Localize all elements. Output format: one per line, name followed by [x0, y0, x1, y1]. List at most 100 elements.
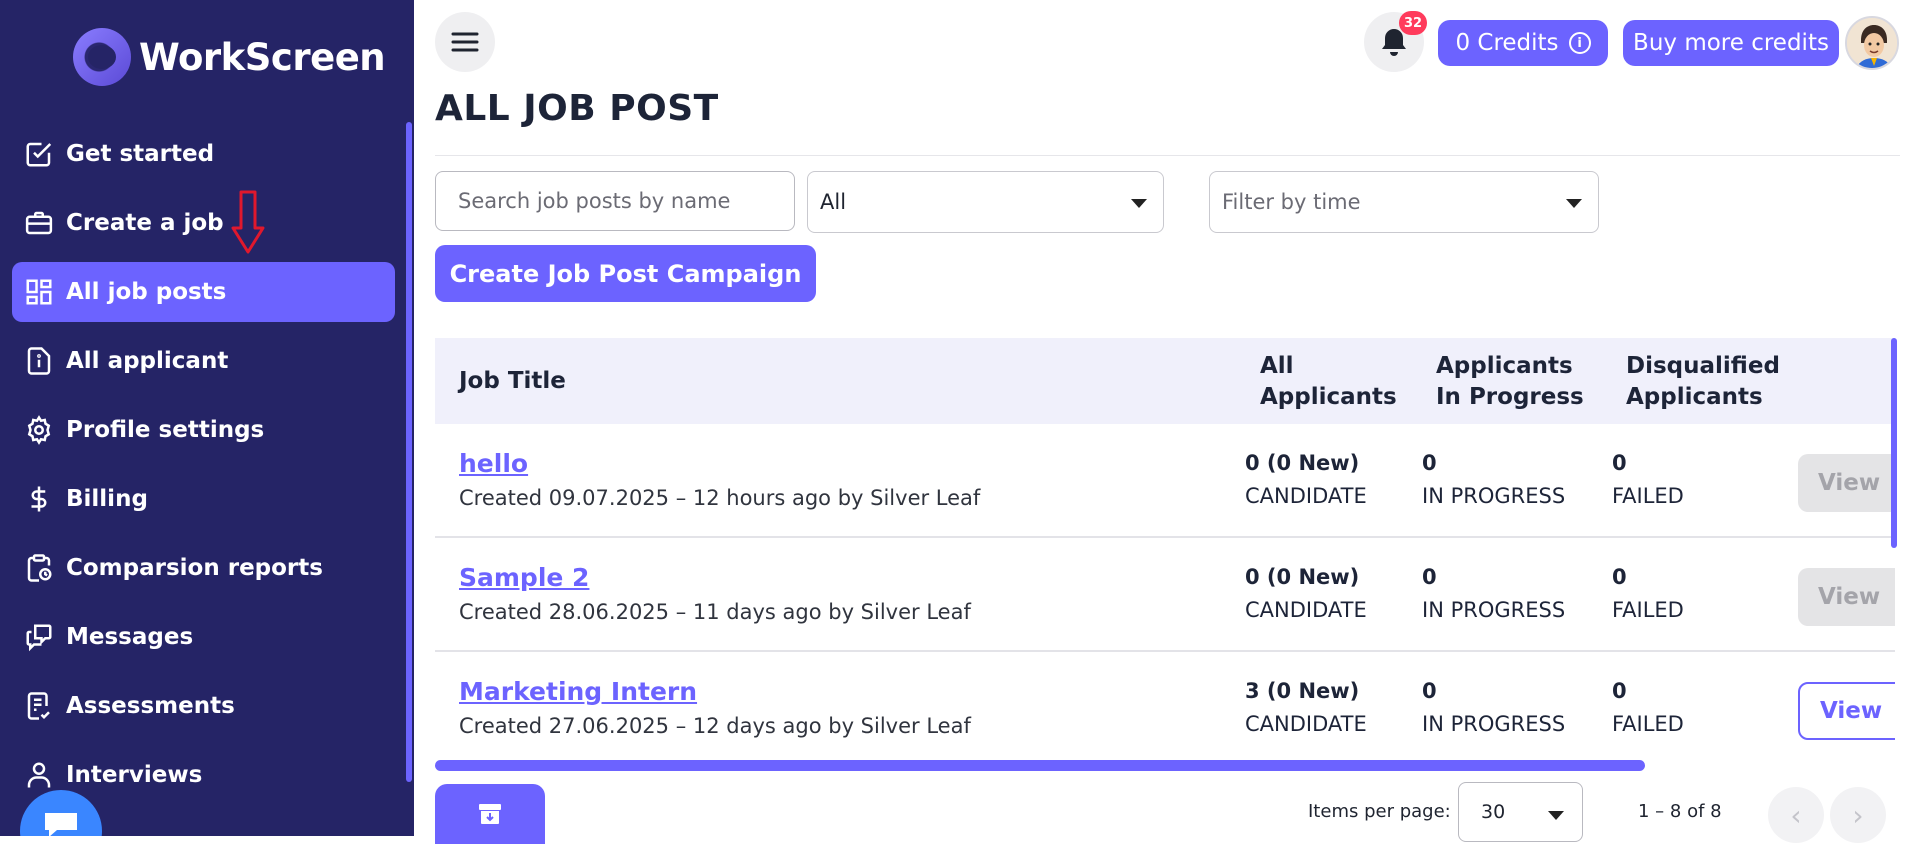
sidebar-item-label: Get started [66, 141, 215, 167]
table-horizontal-scrollbar[interactable] [435, 760, 1645, 771]
job-posts-table: Job Title All Applicants Applicants In P… [435, 338, 1895, 768]
items-per-page-label: Items per page: [1308, 801, 1451, 822]
time-filter-placeholder: Filter by time [1222, 190, 1361, 214]
dropdown-caret-icon [1548, 811, 1564, 820]
job-title-link[interactable]: Marketing Intern [459, 677, 697, 706]
logo[interactable]: WorkScreen [73, 28, 386, 86]
items-per-page-select[interactable]: 30 [1458, 782, 1583, 842]
table-row: hello Created 09.07.2025 – 12 hours ago … [435, 424, 1895, 538]
sidebar-item-assessments[interactable]: Assessments [12, 676, 395, 736]
gear-icon [24, 415, 54, 445]
time-filter-select[interactable]: Filter by time [1209, 171, 1599, 233]
divider [435, 155, 1900, 156]
red-down-arrow-icon [231, 190, 265, 254]
avatar[interactable] [1845, 16, 1899, 70]
table-row: Marketing Intern Created 27.06.2025 – 12… [435, 652, 1895, 766]
in-progress-label: IN PROGRESS [1422, 598, 1566, 622]
failed-label: FAILED [1612, 598, 1684, 622]
failed-count: 0 [1612, 565, 1627, 589]
user-avatar-icon [1847, 18, 1897, 68]
column-header-line: Applicants [1436, 353, 1573, 379]
credits-button[interactable]: 0 Credits i [1438, 20, 1608, 66]
in-progress-label: IN PROGRESS [1422, 484, 1566, 508]
checkbox-icon [24, 139, 54, 169]
all-applicants-label: CANDIDATE [1245, 484, 1367, 508]
sidebar-item-create-job[interactable]: Create a job [12, 193, 395, 253]
chevron-left-icon: ‹ [1790, 798, 1802, 832]
dropdown-caret-icon [1566, 199, 1582, 208]
job-meta: Created 27.06.2025 – 12 days ago by Silv… [459, 714, 971, 738]
sidebar-scrollbar[interactable] [406, 122, 412, 782]
job-title-link[interactable]: Sample 2 [459, 563, 589, 592]
sidebar-item-label: All applicant [66, 348, 229, 374]
previous-page-button[interactable]: ‹ [1768, 787, 1824, 843]
page-title: ALL JOB POST [435, 88, 719, 129]
column-header-line: Applicants [1260, 384, 1397, 410]
all-applicants-label: CANDIDATE [1245, 598, 1367, 622]
view-button[interactable]: View [1798, 454, 1895, 512]
logo-mark-icon [73, 28, 131, 86]
column-header-line: Applicants [1626, 384, 1763, 410]
sidebar-nav: Get started Create a job All job posts A… [12, 124, 395, 814]
view-button[interactable]: View [1798, 682, 1895, 740]
pagination-range: 1 – 8 of 8 [1638, 801, 1722, 822]
sidebar-item-label: Profile settings [66, 417, 265, 443]
next-page-button[interactable]: › [1830, 787, 1886, 843]
chevron-right-icon: › [1852, 798, 1864, 832]
sidebar-item-all-job-posts[interactable]: All job posts [12, 262, 395, 322]
sidebar-item-label: Assessments [66, 693, 235, 719]
chat-bubble-icon [45, 813, 77, 836]
logo-text: WorkScreen [139, 35, 386, 79]
sidebar-item-label: Messages [66, 624, 194, 650]
sidebar: WorkScreen Get started Create a job All … [0, 0, 414, 836]
sidebar-item-all-applicant[interactable]: All applicant [12, 331, 395, 391]
failed-label: FAILED [1612, 484, 1684, 508]
sidebar-item-profile-settings[interactable]: Profile settings [12, 400, 395, 460]
status-filter-value: All [820, 190, 847, 214]
hamburger-icon [451, 32, 479, 52]
sidebar-item-label: Create a job [66, 210, 224, 236]
sidebar-item-get-started[interactable]: Get started [12, 124, 395, 184]
sidebar-item-comparison-reports[interactable]: Comparsion reports [12, 538, 395, 598]
job-title-link[interactable]: hello [459, 449, 528, 478]
dashboard-icon [24, 277, 54, 307]
search-input[interactable] [435, 171, 795, 231]
clipboard-clock-icon [24, 553, 54, 583]
sidebar-item-label: Billing [66, 486, 148, 512]
create-campaign-button[interactable]: Create Job Post Campaign [435, 245, 816, 302]
in-progress-count: 0 [1422, 679, 1437, 703]
table-row: Sample 2 Created 28.06.2025 – 11 days ag… [435, 538, 1895, 652]
all-applicants-count: 0 (0 New) [1245, 565, 1360, 589]
buy-credits-button[interactable]: Buy more credits [1623, 20, 1839, 66]
column-header-line: Disqualified [1626, 353, 1780, 379]
in-progress-label: IN PROGRESS [1422, 712, 1566, 736]
view-button[interactable]: View [1798, 568, 1895, 626]
person-icon [24, 760, 54, 790]
sidebar-item-messages[interactable]: Messages [12, 607, 395, 667]
column-header-line: In Progress [1436, 384, 1584, 410]
column-header-line: All [1260, 353, 1294, 379]
credits-label: 0 Credits [1455, 30, 1559, 56]
all-applicants-count: 0 (0 New) [1245, 451, 1360, 475]
briefcase-icon [24, 208, 54, 238]
notification-count-badge: 32 [1399, 11, 1427, 35]
in-progress-count: 0 [1422, 565, 1437, 589]
column-header-job-title: Job Title [459, 368, 566, 394]
failed-label: FAILED [1612, 712, 1684, 736]
all-applicants-label: CANDIDATE [1245, 712, 1367, 736]
failed-count: 0 [1612, 451, 1627, 475]
page-vertical-scrollbar[interactable] [1891, 338, 1897, 548]
checklist-icon [24, 691, 54, 721]
job-meta: Created 09.07.2025 – 12 hours ago by Sil… [459, 486, 981, 510]
sidebar-item-billing[interactable]: Billing [12, 469, 395, 529]
failed-count: 0 [1612, 679, 1627, 703]
menu-toggle-button[interactable] [435, 12, 495, 72]
column-header-disqualified: Disqualified Applicants [1626, 351, 1780, 413]
status-filter-select[interactable]: All [807, 171, 1164, 233]
archive-button[interactable] [435, 784, 545, 844]
sidebar-item-label: Interviews [66, 762, 203, 788]
dollar-icon [24, 484, 54, 514]
info-icon: i [1568, 32, 1591, 54]
table-header: Job Title All Applicants Applicants In P… [435, 338, 1895, 424]
document-info-icon [24, 346, 54, 376]
